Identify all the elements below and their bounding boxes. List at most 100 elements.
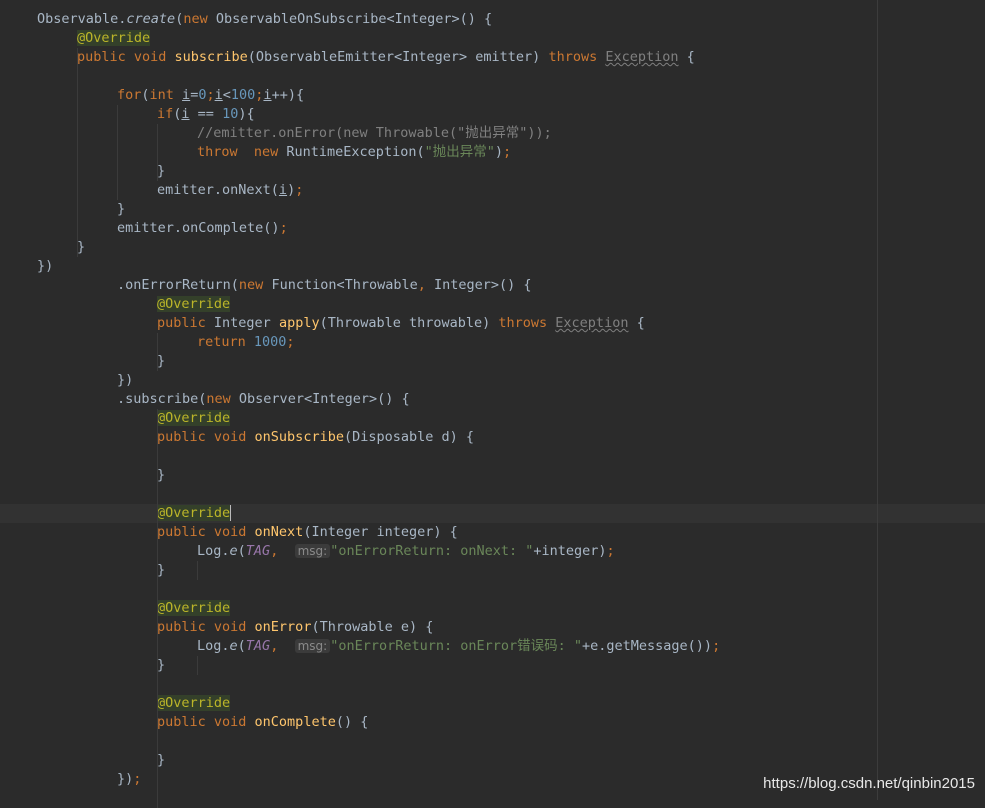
code-token: Log. (197, 543, 230, 559)
code-line-content: for(int i=0;i<100;i++){ (117, 86, 304, 105)
code-line[interactable] (0, 67, 985, 86)
code-token: Integer (213, 315, 279, 331)
parameter-hint: msg: (294, 544, 331, 558)
code-line[interactable]: emitter.onComplete(); (0, 219, 985, 238)
code-line[interactable] (0, 485, 985, 504)
code-line[interactable] (0, 580, 985, 599)
code-token: } (77, 239, 86, 255)
code-line[interactable]: @Override (0, 29, 985, 48)
code-line[interactable]: Log.e(TAG, msg: "onErrorReturn: onNext: "… (0, 542, 985, 561)
code-line-content: } (157, 656, 165, 675)
indent-guide (157, 409, 158, 808)
code-token: "抛出异常" (424, 144, 495, 160)
code-line[interactable]: return 1000; (0, 333, 985, 352)
indent-guide (77, 48, 78, 257)
code-token: public (157, 315, 214, 331)
code-line[interactable]: } (0, 162, 985, 181)
code-line[interactable]: }) (0, 257, 985, 276)
code-token: 1000 (253, 334, 287, 350)
code-line[interactable]: if(i == 10){ (0, 105, 985, 124)
code-token: i (182, 87, 191, 103)
code-line[interactable]: } (0, 352, 985, 371)
code-line[interactable]: public void onSubscribe(Disposable d) { (0, 428, 985, 447)
code-token: ( (237, 638, 246, 654)
code-token: Exception (555, 315, 629, 331)
code-token: emitter.onNext( (157, 182, 279, 198)
code-line[interactable]: public Integer apply(Throwable throwable… (0, 314, 985, 333)
code-line[interactable]: } (0, 656, 985, 675)
code-token: ){ (238, 106, 255, 122)
code-token: } (157, 353, 166, 369)
code-token: 10 (222, 106, 239, 122)
code-line[interactable]: @Override (0, 599, 985, 618)
code-token: "onErrorReturn: onNext: " (330, 543, 534, 559)
code-line[interactable]: Log.e(TAG, msg: "onErrorReturn: onError错误… (0, 637, 985, 656)
code-token: ) (494, 144, 503, 160)
code-token: +e.getMessage()) (582, 638, 713, 654)
code-token: (Throwable throwable) (319, 315, 499, 331)
code-line[interactable]: throw new RuntimeException("抛出异常"); (0, 143, 985, 162)
code-line[interactable]: public void subscribe(ObservableEmitter<… (0, 48, 985, 67)
code-token: @Override (157, 410, 231, 426)
code-line[interactable]: } (0, 561, 985, 580)
code-token: ++){ (271, 87, 305, 103)
code-token: e (229, 638, 238, 654)
code-token: } (157, 657, 166, 673)
code-editor[interactable]: Observable.create (new ObservableOnSubscr… (0, 0, 985, 808)
code-line-content: Log.e(TAG, msg: "onErrorReturn: onError错误… (197, 637, 720, 656)
code-line[interactable]: .onErrorReturn(new Function<Throwable, I… (0, 276, 985, 295)
indent-guide (117, 105, 118, 200)
code-token: @Override (157, 695, 231, 711)
code-token: ; (133, 771, 142, 787)
code-token: }) (117, 372, 134, 388)
code-line[interactable]: @Override (0, 295, 985, 314)
code-line[interactable]: //emitter.onError(new Throwable("抛出异常"))… (0, 124, 985, 143)
code-line[interactable]: @Override (0, 694, 985, 713)
code-token: new (238, 277, 272, 293)
code-token: ; (279, 220, 288, 236)
indent-guide (157, 333, 158, 371)
code-line[interactable]: emitter.onNext(i); (0, 181, 985, 200)
parameter-hint: msg: (294, 639, 331, 653)
code-token: ; (502, 144, 512, 160)
code-token: TAG (245, 543, 271, 559)
right-margin-guide (877, 0, 878, 800)
code-line-content: }); (117, 770, 141, 789)
code-line[interactable]: } (0, 200, 985, 219)
code-line-content: return 1000; (197, 333, 295, 352)
code-line[interactable] (0, 447, 985, 466)
code-token: } (157, 752, 166, 768)
code-line-content: }) (117, 371, 133, 390)
code-line[interactable]: public void onNext(Integer integer) { (0, 523, 985, 542)
code-line[interactable]: } (0, 466, 985, 485)
code-token: (Throwable e) { (311, 619, 434, 635)
code-line[interactable]: @Override (0, 504, 985, 523)
code-token: RuntimeException( (286, 144, 425, 160)
code-line[interactable]: for(int i=0;i<100;i++){ (0, 86, 985, 105)
code-token: throws (498, 315, 556, 331)
code-token: } (117, 201, 126, 217)
code-line[interactable] (0, 732, 985, 751)
code-token: () { (335, 714, 369, 730)
indent-guide (197, 656, 198, 675)
code-line[interactable] (0, 675, 985, 694)
code-token: i (181, 106, 190, 122)
code-token: onSubscribe (254, 429, 344, 445)
code-line[interactable]: }) (0, 371, 985, 390)
code-line[interactable]: @Override (0, 409, 985, 428)
code-line[interactable]: } (0, 751, 985, 770)
code-token: ; (712, 638, 721, 654)
code-line[interactable]: Observable.create(new ObservableOnSubscr… (0, 10, 985, 29)
code-token: public void (157, 429, 255, 445)
code-line-content: @Override (77, 29, 151, 48)
code-token: subscribe (174, 49, 248, 65)
code-line[interactable]: .subscribe(new Observer<Integer>() { (0, 390, 985, 409)
code-line[interactable]: } (0, 238, 985, 257)
code-line[interactable]: public void onError(Throwable e) { (0, 618, 985, 637)
code-token: ; (206, 87, 215, 103)
code-token: }) (37, 258, 54, 274)
code-line[interactable]: public void onComplete() { (0, 713, 985, 732)
code-token: , (417, 277, 435, 293)
code-token: return (197, 334, 254, 350)
code-line-content: @Override (157, 504, 232, 523)
